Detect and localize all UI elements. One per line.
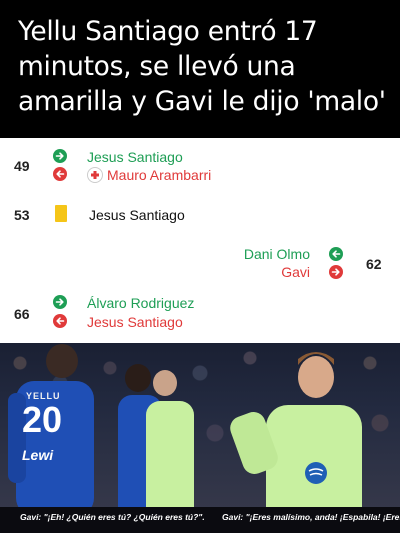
- headline: Yellu Santiago entró 17 minutos, se llev…: [18, 16, 386, 117]
- substitution-out-icon: [53, 167, 67, 181]
- medical-cross-icon: [87, 167, 103, 183]
- substitution-out-icon: [53, 314, 67, 328]
- header-banner: Yellu Santiago entró 17 minutos, se llev…: [0, 0, 400, 138]
- substitution-out-icon: [329, 265, 343, 279]
- jersey-sponsor: Lewi: [22, 447, 54, 463]
- substitution-in-icon: [53, 295, 67, 309]
- subtitle-left: Gavi: "¡Eh! ¿Quién eres tú? ¿Quién eres …: [20, 512, 205, 522]
- substitution-in-icon: [53, 149, 67, 163]
- match-photo: YELLU 20 Lewi: [0, 343, 400, 533]
- event-minute: 53: [14, 207, 30, 223]
- player-out: Mauro Arambarri: [107, 167, 212, 183]
- player-out: Gavi: [281, 264, 310, 280]
- card-player: Jesus Santiago: [89, 207, 185, 223]
- event-minute: 49: [14, 158, 30, 174]
- yellow-card-icon: [55, 205, 67, 222]
- jersey-number: 20: [22, 399, 63, 440]
- player-in: Jesus Santiago: [87, 149, 183, 165]
- event-minute: 62: [366, 256, 382, 272]
- player-in: Dani Olmo: [243, 246, 310, 262]
- player-out: Jesus Santiago: [87, 314, 183, 330]
- event-minute: 66: [14, 306, 30, 322]
- subtitle-right: Gavi: "¡Eres malísimo, anda! ¡Espabila! …: [222, 512, 400, 522]
- match-timeline: 49 Jesus Santiago Mauro Arambarri 53 Jes…: [0, 138, 400, 343]
- player-in: Álvaro Rodriguez: [87, 295, 195, 311]
- substitution-in-icon: [329, 247, 343, 261]
